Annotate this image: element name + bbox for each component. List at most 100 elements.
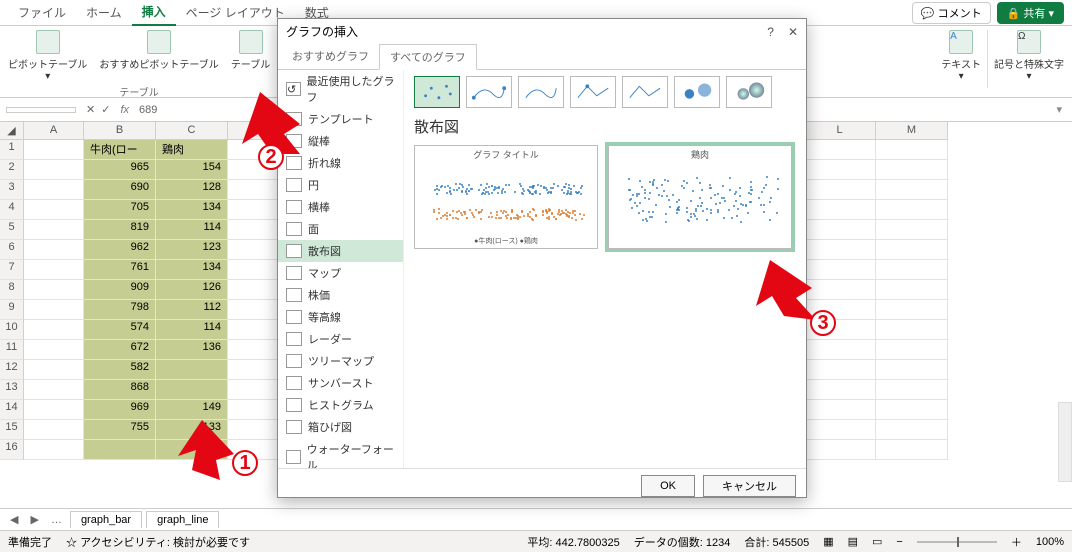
status-count: データの個数: 1234 (634, 534, 731, 550)
recommended-pivot-button[interactable]: おすすめピボットテーブル (99, 30, 218, 82)
cell-A1[interactable] (24, 140, 84, 160)
share-button[interactable]: 🔒 共有 ▾ (997, 2, 1064, 24)
cell-B1[interactable]: 牛肉(ロース) (84, 140, 156, 160)
sheet-tab-graph-bar[interactable]: graph_bar (70, 511, 142, 528)
zoom-out[interactable]: − (896, 536, 902, 548)
fx-cancel[interactable]: ✕ (86, 103, 95, 116)
share-label: 共有 (1023, 8, 1045, 20)
pivot-table-label: ピボットテーブル (8, 56, 87, 71)
cat-bar[interactable]: 横棒 (278, 196, 403, 218)
cat-area[interactable]: 面 (278, 218, 403, 240)
cat-waterfall[interactable]: ウォーターフォール (278, 438, 403, 468)
stock-icon (286, 288, 302, 302)
accessibility-status[interactable]: ☆ アクセシビリティ: 検討が必要です (66, 534, 250, 550)
rec-pivot-label: おすすめピボットテーブル (99, 56, 218, 71)
cat-scatter[interactable]: 散布図 (278, 240, 403, 262)
radar-icon (286, 332, 302, 346)
subtype-bubble-3d[interactable] (726, 76, 772, 108)
group-label-tables: テーブル (119, 84, 158, 99)
chart-category-list: ↺最近使用したグラフ テンプレート 縦棒 折れ線 円 横棒 面 散布図 マップ … (278, 70, 404, 468)
cat-recent[interactable]: ↺最近使用したグラフ (278, 70, 403, 108)
pivot-table-icon (36, 30, 60, 54)
omega-icon: Ω (1017, 30, 1041, 54)
symbol-label: 記号と特殊文字 (994, 56, 1064, 71)
recommended-pivot-icon (147, 30, 171, 54)
preview1-title: グラフ タイトル (415, 146, 597, 163)
symbol-button[interactable]: Ω記号と特殊文字▾ (994, 30, 1064, 82)
sunburst-icon (286, 376, 302, 390)
cat-treemap[interactable]: ツリーマップ (278, 350, 403, 372)
subtype-bubble[interactable] (674, 76, 720, 108)
cat-histogram[interactable]: ヒストグラム (278, 394, 403, 416)
tab-insert[interactable]: 挿入 (132, 0, 176, 26)
bar-icon (286, 200, 302, 214)
formula-bar-expand-icon[interactable]: ▾ (1056, 103, 1062, 116)
status-sum: 合計: 545505 (744, 534, 809, 550)
comment-button[interactable]: 💬 コメント (912, 2, 991, 24)
insert-chart-dialog: グラフの挿入 ? ✕ おすすめグラフ すべてのグラフ ↺最近使用したグラフ テン… (277, 18, 807, 498)
fx-label[interactable]: fx (120, 104, 129, 116)
sheet-prev[interactable]: ◀ (6, 513, 22, 526)
line-icon (286, 156, 302, 170)
dialog-help-icon[interactable]: ? (767, 25, 774, 39)
subtype-scatter-smooth[interactable] (518, 76, 564, 108)
cat-stock[interactable]: 株価 (278, 284, 403, 306)
cat-column[interactable]: 縦棒 (278, 130, 403, 152)
formula-value[interactable]: 689 (139, 104, 157, 116)
cat-radar[interactable]: レーダー (278, 328, 403, 350)
cat-map[interactable]: マップ (278, 262, 403, 284)
dialog-tab-recommended[interactable]: おすすめグラフ (282, 44, 379, 69)
dialog-close-icon[interactable]: ✕ (788, 25, 798, 39)
sheet-next[interactable]: ▶ (26, 513, 42, 526)
zoom-in[interactable]: ＋ (1011, 534, 1022, 550)
cat-surface[interactable]: 等高線 (278, 306, 403, 328)
chart-preview-2[interactable]: 鶏肉 (608, 145, 792, 249)
sheet-tab-graph-line[interactable]: graph_line (146, 511, 219, 528)
corner[interactable]: ◢ (0, 122, 24, 140)
preview2-title: 鶏肉 (609, 146, 791, 163)
pivot-table-button[interactable]: ピボットテーブル▾ (8, 30, 87, 82)
view-normal-icon[interactable]: ▦ (823, 535, 833, 548)
view-page-icon[interactable]: ▤ (848, 535, 858, 548)
cell-C1[interactable]: 鶏肉 (156, 140, 228, 160)
status-average: 平均: 442.7800325 (527, 534, 619, 550)
cat-pie[interactable]: 円 (278, 174, 403, 196)
subtype-scatter-lines[interactable] (622, 76, 668, 108)
col-B[interactable]: B (84, 122, 156, 140)
cat-template[interactable]: テンプレート (278, 108, 403, 130)
col-M[interactable]: M (876, 122, 948, 140)
fx-confirm[interactable]: ✓ (101, 103, 110, 116)
ok-button[interactable]: OK (641, 475, 695, 497)
sheet-more[interactable]: … (47, 514, 66, 526)
tab-file[interactable]: ファイル (8, 0, 76, 25)
text-button[interactable]: Aテキスト▾ (941, 30, 981, 82)
col-L[interactable]: L (804, 122, 876, 140)
table-button[interactable]: テーブル (231, 30, 270, 82)
subtype-scatter-smooth-markers[interactable] (466, 76, 512, 108)
cat-sunburst[interactable]: サンバースト (278, 372, 403, 394)
zoom-level[interactable]: 100% (1036, 536, 1064, 548)
view-break-icon[interactable]: ▭ (872, 535, 882, 548)
chart-preview-1[interactable]: グラフ タイトル ●牛肉(ロース) ●鶏肉 (414, 145, 598, 249)
cat-boxplot[interactable]: 箱ひげ図 (278, 416, 403, 438)
vertical-scrollbar[interactable] (1058, 402, 1072, 482)
zoom-slider[interactable] (917, 541, 997, 543)
map-icon (286, 266, 302, 280)
tab-home[interactable]: ホーム (76, 0, 132, 25)
col-C[interactable]: C (156, 122, 228, 140)
comment-label: コメント (938, 8, 982, 20)
dialog-title: グラフの挿入 (286, 23, 358, 40)
column-icon (286, 134, 302, 148)
area-icon (286, 222, 302, 236)
subtype-scatter[interactable] (414, 76, 460, 108)
row-1[interactable]: 1 (0, 140, 24, 160)
name-box[interactable] (6, 107, 76, 113)
dialog-tab-all[interactable]: すべてのグラフ (379, 44, 477, 70)
template-icon (286, 112, 302, 126)
table-icon (239, 30, 263, 54)
cancel-button[interactable]: キャンセル (703, 475, 796, 497)
table-label: テーブル (231, 56, 270, 71)
subtype-scatter-lines-markers[interactable] (570, 76, 616, 108)
cat-line[interactable]: 折れ線 (278, 152, 403, 174)
col-A[interactable]: A (24, 122, 84, 140)
